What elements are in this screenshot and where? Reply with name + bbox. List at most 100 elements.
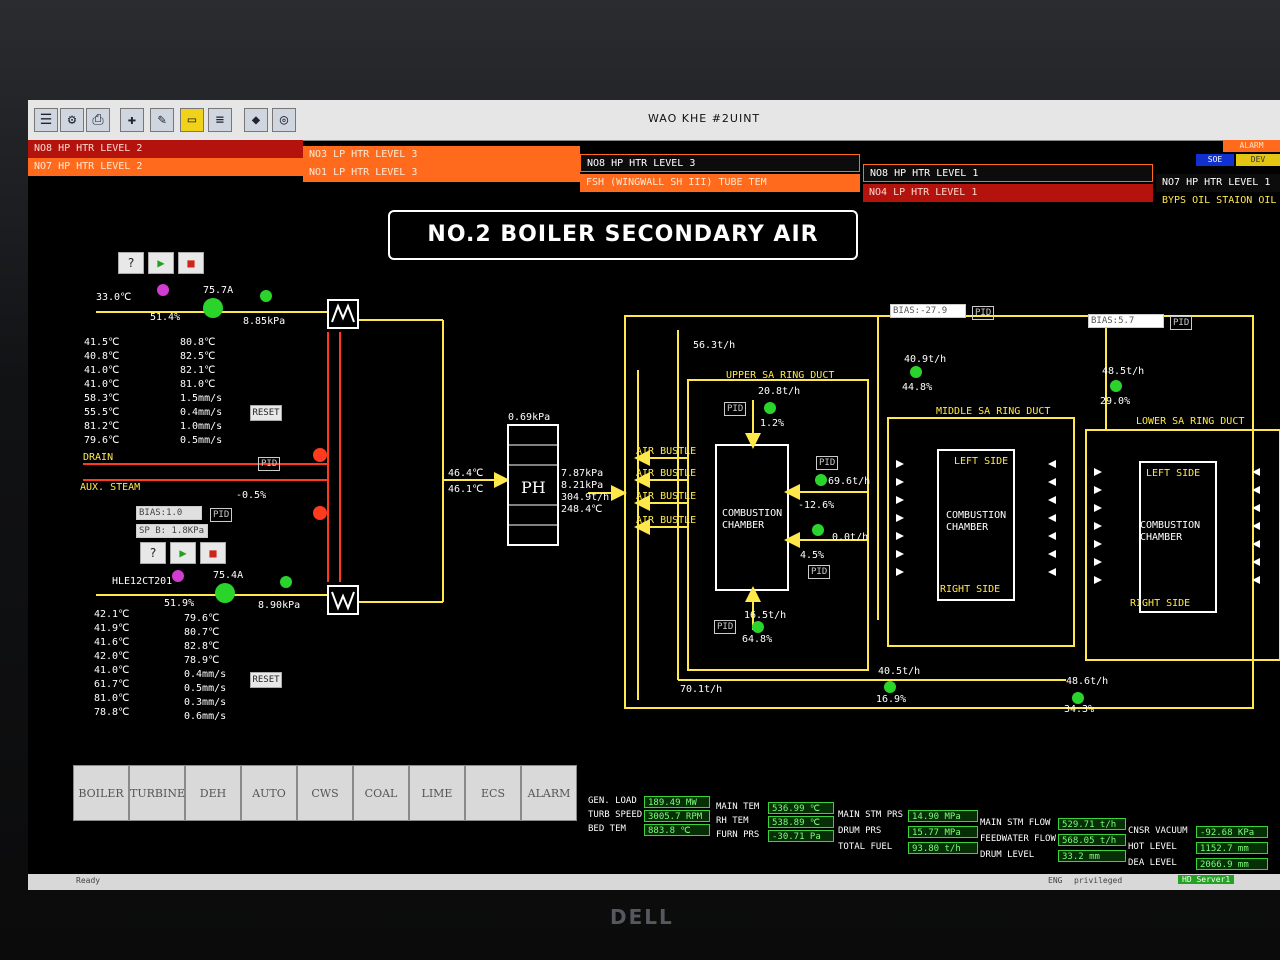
upper-chamber-label: CHAMBER — [722, 520, 765, 531]
pid-button[interactable]: PID — [808, 565, 831, 579]
reset-button[interactable]: RESET — [250, 672, 282, 688]
lower-bias-field[interactable]: BIAS:5.7 — [1088, 314, 1164, 328]
main-tem-value: 536.99 ℃ — [768, 802, 834, 814]
lower-bottom-pos: 34.3% — [1064, 704, 1095, 715]
upper-total-flow: 70.1t/h — [680, 684, 723, 695]
hmi-screen: ☰ ⚙ ⎙ ✚ ✎ ▭ ≡ ◆ ◎ WAO KHE #2UINT NO8 HP … — [28, 100, 1280, 890]
stop-button[interactable]: ■ — [178, 252, 204, 274]
middle-bottom-flow: 40.5t/h — [878, 666, 921, 677]
total-fuel-label: TOTAL FUEL — [838, 842, 893, 852]
nav-turbine[interactable]: TURBINE — [129, 765, 185, 821]
ph-p1: 7.87kPa — [561, 468, 604, 479]
nav-ecs[interactable]: ECS — [465, 765, 521, 821]
air-bustle-label: AIR BUSTLE — [636, 468, 697, 479]
fan-a-pressure: 8.85kPa — [243, 316, 286, 327]
stop-button[interactable]: ■ — [200, 542, 226, 564]
dea-level-label: DEA LEVEL — [1128, 858, 1177, 868]
hot-level-label: HOT LEVEL — [1128, 842, 1177, 852]
nav-deh[interactable]: DEH — [185, 765, 241, 821]
middle-chamber-label: CHAMBER — [946, 522, 989, 533]
main-stm-flow-value: 529.71 t/h — [1058, 818, 1126, 830]
lower-left-side: LEFT SIDE — [1146, 468, 1201, 479]
turb-speed-value: 3005.7 RPM — [644, 810, 710, 822]
main-stm-prs-label: MAIN STM PRS — [838, 810, 904, 820]
upper-right-flow: 0.0t/h — [832, 532, 869, 543]
privilege-indicator: privileged — [1074, 876, 1123, 885]
lower-right-side: RIGHT SIDE — [1130, 598, 1191, 609]
upper-bottom-pos: 64.8% — [742, 634, 773, 645]
sp-field[interactable]: SP B: 1.8KPa — [136, 524, 208, 538]
ph-flow: 304.9t/h — [561, 492, 610, 503]
ph-dp: 0.69kPa — [508, 412, 551, 423]
ph-p2: 8.21kPa — [561, 480, 604, 491]
air-bustle-label: AIR BUSTLE — [636, 491, 697, 502]
pid-button[interactable]: PID — [210, 508, 233, 522]
fan-b-temps-right: 79.6℃ 80.7℃ 82.8℃ 78.9℃ 0.4mm/s 0.5mm/s … — [184, 613, 227, 722]
pid-button[interactable]: PID — [724, 402, 747, 416]
steam-valve-icon — [313, 448, 327, 462]
ready-text: Ready — [76, 876, 101, 885]
ph-label: PH — [521, 478, 546, 497]
pid-button[interactable]: PID — [972, 306, 995, 320]
middle-bias-field[interactable]: BIAS:-27.9 — [890, 304, 966, 318]
nav-coal[interactable]: COAL — [353, 765, 409, 821]
nav-boiler[interactable]: BOILER — [73, 765, 129, 821]
help-button[interactable]: ? — [118, 252, 144, 274]
upper-right-pos: -12.6% — [798, 500, 835, 511]
lower-bottom-flow: 48.6t/h — [1066, 676, 1109, 687]
bias-field[interactable]: BIAS:1.0 — [136, 506, 202, 520]
ph-out-temp: 248.4℃ — [561, 504, 603, 515]
fan-b-temps-left: 42.1℃ 41.9℃ 41.6℃ 42.0℃ 41.0℃ 61.7℃ 81.0… — [94, 609, 130, 718]
nav-alarm[interactable]: ALARM — [521, 765, 577, 821]
middle-right-side: RIGHT SIDE — [940, 584, 1001, 595]
pid-button[interactable]: PID — [258, 457, 281, 471]
nav-auto[interactable]: AUTO — [241, 765, 297, 821]
gen-load-value: 189.49 MW — [644, 796, 710, 808]
start-button[interactable]: ▶ — [170, 542, 196, 564]
steam-valve-icon — [313, 506, 327, 520]
help-button[interactable]: ? — [140, 542, 166, 564]
ph-inlet-temp: 46.4℃ — [448, 468, 484, 479]
fan-a-current: 75.7A — [203, 285, 234, 296]
lower-ring-duct-label: LOWER SA RING DUCT — [1136, 416, 1245, 427]
drum-level-label: DRUM LEVEL — [980, 850, 1035, 860]
feedwater-flow-value: 568.05 t/h — [1058, 834, 1126, 846]
aux-steam-label: AUX. STEAM — [80, 482, 141, 493]
nav-cws[interactable]: CWS — [297, 765, 353, 821]
upper-right-flow: 69.6t/h — [828, 476, 871, 487]
lang-indicator: ENG — [1048, 876, 1063, 885]
feedwater-flow-label: FEEDWATER FLOW — [980, 834, 1056, 844]
nav-bar: BOILER TURBINE DEH AUTO CWS COAL LIME EC… — [73, 765, 583, 821]
pid-button[interactable]: PID — [714, 620, 737, 634]
nav-lime[interactable]: LIME — [409, 765, 465, 821]
fan-b-current: 75.4A — [213, 570, 244, 581]
air-bustle-label: AIR BUSTLE — [636, 446, 697, 457]
drain-label: DRAIN — [83, 452, 114, 463]
lower-chamber-label: CHAMBER — [1140, 532, 1183, 543]
start-button[interactable]: ▶ — [148, 252, 174, 274]
middle-pos: 44.8% — [902, 382, 933, 393]
lower-chamber-label: COMBUSTION — [1140, 520, 1201, 531]
drum-prs-label: DRUM PRS — [838, 826, 882, 836]
furn-prs-label: FURN PRS — [716, 830, 760, 840]
reset-button[interactable]: RESET — [250, 405, 282, 421]
fan-a-damper: 51.4% — [150, 312, 181, 323]
lower-pos: 29.0% — [1100, 396, 1131, 407]
monitor-brand-logo: DELL — [610, 905, 674, 929]
ph-inlet-temp: 46.1℃ — [448, 484, 484, 495]
hot-level-value: 1152.7 mm — [1196, 842, 1268, 854]
upper-pos: 1.2% — [760, 418, 785, 429]
server-indicator: HD Server1 — [1178, 875, 1235, 884]
pid-button[interactable]: PID — [1170, 316, 1193, 330]
bed-tem-value: 883.8 ℃ — [644, 824, 710, 836]
bed-tem-label: BED TEM — [588, 824, 626, 834]
main-stm-prs-value: 14.90 MPa — [908, 810, 978, 822]
rh-tem-value: 538.89 ℃ — [768, 816, 834, 828]
drum-level-value: 33.2 mm — [1058, 850, 1126, 862]
pid-button[interactable]: PID — [816, 456, 839, 470]
fan-a-temps-left: 41.5℃ 40.8℃ 41.0℃ 41.0℃ 58.3℃ 55.5℃ 81.2… — [84, 337, 120, 446]
steam-valve-pos: -0.5% — [236, 490, 267, 501]
air-bustle-label: AIR BUSTLE — [636, 515, 697, 526]
dea-level-value: 2066.9 mm — [1196, 858, 1268, 870]
status-panel: GEN. LOAD 189.49 MW TURB SPEED 3005.7 RP… — [588, 796, 1280, 872]
